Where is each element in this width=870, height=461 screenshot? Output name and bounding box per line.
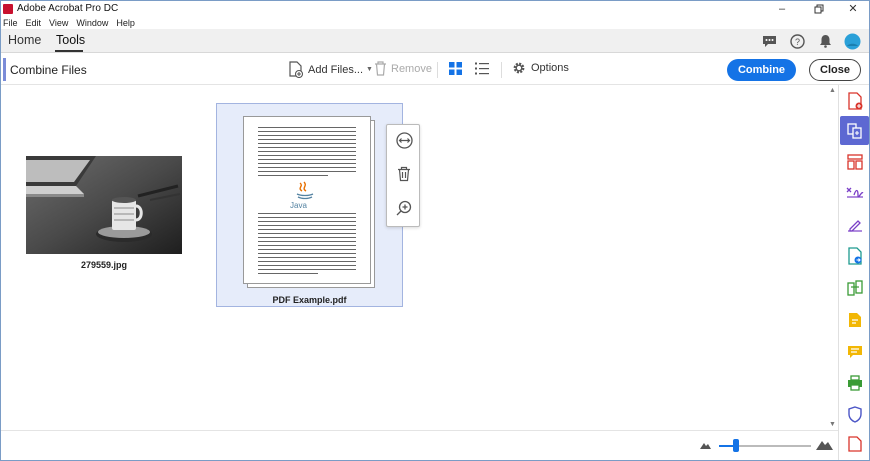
file-thumbnail-image[interactable] (26, 156, 182, 254)
restore-button[interactable] (801, 1, 837, 16)
expand-pages-icon (395, 131, 413, 149)
edit-pdf-icon[interactable] (844, 181, 866, 203)
tab-bar: Home Tools ? (1, 29, 869, 53)
bottom-bar (1, 430, 838, 460)
menu-window[interactable]: Window (76, 18, 108, 28)
chat-icon[interactable] (760, 32, 778, 50)
combine-toolbar: Combine Files Add Files... ▼ Remove Opti… (1, 54, 869, 85)
svg-text:?: ? (794, 37, 799, 47)
active-tab-indicator (55, 50, 83, 52)
more-tools-icon[interactable] (844, 433, 866, 455)
combine-button[interactable]: Combine (727, 59, 796, 81)
gear-icon (513, 62, 525, 74)
java-logo-text: Java (290, 201, 307, 210)
add-file-icon (289, 61, 304, 78)
protect-icon[interactable] (844, 403, 866, 425)
tool-title: Combine Files (10, 63, 87, 77)
export-pdf-icon[interactable] (844, 245, 866, 267)
fill-sign-icon[interactable] (844, 213, 866, 235)
menu-edit[interactable]: Edit (26, 18, 42, 28)
menu-bar: File Edit View Window Help (1, 16, 139, 29)
options-button[interactable]: Options (512, 61, 569, 75)
help-icon[interactable]: ? (788, 32, 806, 50)
delete-file-button[interactable] (395, 165, 413, 183)
organize-pages-icon[interactable] (844, 151, 866, 173)
zoom-slider-handle[interactable] (732, 439, 739, 452)
compare-files-icon[interactable] (844, 277, 866, 299)
trash-icon (398, 166, 410, 182)
remove-label: Remove (391, 62, 432, 75)
minimize-button[interactable]: – (764, 1, 800, 16)
file-name-label: 279559.jpg (80, 260, 128, 270)
zoom-in-icon (396, 200, 412, 216)
vertical-scrollbar[interactable]: ▲ ▼ (827, 85, 838, 430)
send-for-comments-icon[interactable] (844, 309, 866, 331)
grid-view-icon (449, 62, 462, 75)
tool-title-accent (3, 58, 6, 81)
combine-files-icon[interactable] (840, 116, 869, 145)
menu-file[interactable]: File (3, 18, 18, 28)
close-button[interactable]: Close (809, 59, 861, 81)
toolbar-divider (501, 62, 502, 78)
add-files-label: Add Files... (308, 63, 364, 76)
file-thumbnail-pdf[interactable]: Java (216, 103, 403, 307)
window-title: Adobe Acrobat Pro DC (17, 3, 119, 14)
user-avatar-icon[interactable] (843, 32, 861, 50)
pdf-page-preview: Java (243, 116, 371, 284)
caret-down-icon: ▼ (366, 66, 373, 73)
menu-view[interactable]: View (49, 18, 68, 28)
scroll-up-arrow-icon[interactable]: ▲ (829, 87, 836, 94)
remove-button[interactable]: Remove (374, 61, 432, 76)
file-name-label: PDF Example.pdf (272, 295, 347, 305)
java-logo-icon (296, 181, 314, 200)
tab-home[interactable]: Home (8, 33, 41, 47)
comment-icon[interactable] (844, 341, 866, 363)
toolbar-divider (437, 62, 438, 78)
create-pdf-icon[interactable] (844, 90, 866, 112)
right-tools-rail (838, 85, 869, 460)
zoom-small-icon[interactable] (700, 441, 711, 449)
trash-icon (375, 61, 386, 76)
tab-tools[interactable]: Tools (56, 33, 85, 47)
scroll-down-arrow-icon[interactable]: ▼ (829, 421, 836, 428)
title-bar: Adobe Acrobat Pro DC – ✕ (1, 1, 869, 16)
list-view-button[interactable] (475, 62, 489, 75)
expand-pages-button[interactable] (395, 131, 413, 149)
list-view-icon (475, 62, 489, 75)
close-window-button[interactable]: ✕ (835, 1, 870, 16)
print-production-icon[interactable] (844, 372, 866, 394)
acrobat-app-icon (3, 3, 13, 14)
laptop-coffee-photo (26, 156, 182, 254)
add-files-button[interactable]: Add Files... ▼ (288, 61, 373, 78)
options-label: Options (531, 62, 569, 74)
menu-help[interactable]: Help (116, 18, 135, 28)
grid-view-button[interactable] (449, 62, 462, 75)
file-actions-panel (386, 124, 420, 227)
zoom-preview-button[interactable] (395, 199, 413, 217)
zoom-large-icon[interactable] (816, 438, 833, 450)
notifications-bell-icon[interactable] (816, 32, 834, 50)
